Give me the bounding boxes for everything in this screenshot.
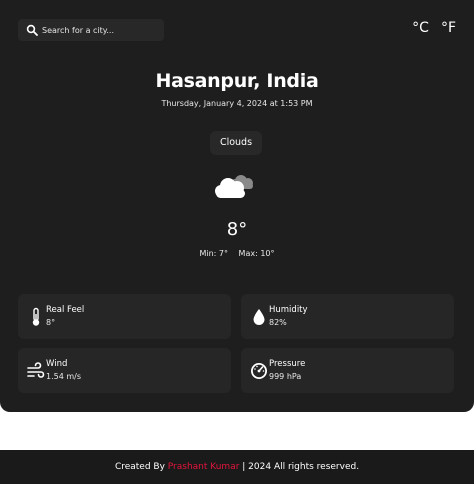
footer: Created By Prashant Kumar | 2024 All rig…	[0, 450, 474, 484]
local-datetime: Thursday, January 4, 2024 at 1:53 PM	[161, 99, 313, 108]
wind-card: Wind 1.54 m/s	[18, 348, 231, 393]
droplet-icon	[253, 309, 265, 325]
cloud-icon	[215, 175, 253, 198]
max-temperature: Max: 10°	[238, 249, 275, 258]
celsius-button[interactable]: °C	[412, 20, 429, 36]
fahrenheit-button[interactable]: °F	[441, 20, 456, 36]
thermometer-icon	[32, 307, 40, 326]
humidity-label: Humidity	[269, 305, 308, 315]
real-feel-card: Real Feel 8°	[18, 294, 231, 339]
pressure-label: Pressure	[269, 359, 306, 369]
humidity-card: Humidity 82%	[241, 294, 454, 339]
real-feel-label: Real Feel	[46, 305, 85, 315]
search-icon[interactable]	[26, 24, 38, 36]
weather-app: °C °F Hasanpur, India Thursday, January …	[0, 0, 474, 412]
current-temperature: 8°	[226, 219, 248, 240]
footer-prefix: Created By	[114, 462, 168, 472]
pressure-card: Pressure 999 hPa	[241, 348, 454, 393]
pressure-value: 999 hPa	[269, 372, 302, 381]
search-bar[interactable]	[18, 19, 164, 41]
footer-suffix: | 2024 All rights reserved.	[239, 462, 360, 472]
wind-icon	[27, 362, 45, 378]
gauge-icon	[251, 363, 267, 379]
min-max-temperature: Min: 7° Max: 10°	[0, 249, 474, 258]
humidity-value: 82%	[269, 318, 287, 327]
min-temperature: Min: 7°	[199, 249, 228, 258]
real-feel-value: 8°	[46, 318, 56, 327]
weather-condition-badge: Clouds	[210, 131, 262, 155]
search-input[interactable]	[42, 19, 160, 41]
wind-value: 1.54 m/s	[46, 372, 82, 381]
unit-toggle: °C °F	[412, 20, 456, 36]
author-link[interactable]: Prashant Kumar	[168, 462, 240, 472]
city-name: Hasanpur, India	[155, 70, 319, 92]
wind-label: Wind	[46, 359, 68, 369]
